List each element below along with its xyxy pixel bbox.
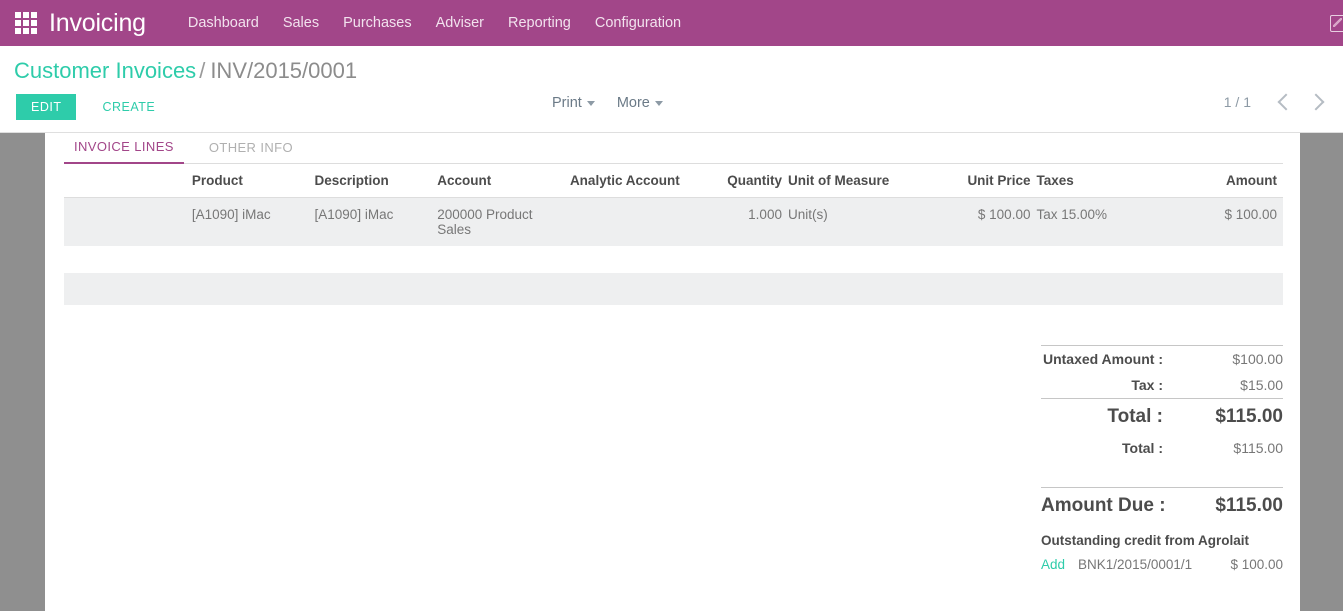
control-panel: Customer Invoices/INV/2015/0001 EDIT CRE…: [0, 46, 1343, 133]
untaxed-amount-label: Untaxed Amount :: [1043, 351, 1163, 367]
cell-taxes[interactable]: Tax 15.00%: [1036, 198, 1159, 247]
cell-unit-of-measure[interactable]: Unit(s): [788, 198, 916, 247]
create-button[interactable]: CREATE: [90, 94, 167, 120]
add-line-placeholder-row[interactable]: [64, 273, 1283, 305]
column-header-unit-price: Unit Price: [916, 164, 1037, 198]
invoice-totals: Untaxed Amount : $100.00 Tax : $15.00 To…: [1041, 345, 1283, 572]
total-value: $115.00: [1163, 406, 1283, 428]
breadcrumb-root-link[interactable]: Customer Invoices: [14, 58, 196, 83]
add-credit-link[interactable]: Add: [1041, 557, 1065, 572]
column-header-amount: Amount: [1159, 164, 1283, 198]
record-pager: 1 / 1: [1224, 94, 1331, 110]
column-header-account: Account: [437, 164, 560, 198]
notebook-tabs: INVOICE LINES OTHER INFO: [64, 133, 1283, 164]
menu-item-purchases[interactable]: Purchases: [331, 0, 424, 46]
chevron-right-icon[interactable]: [1308, 94, 1325, 111]
cell-product[interactable]: [A1090] iMac: [192, 198, 315, 247]
pager-count: 1 / 1: [1224, 94, 1251, 110]
credit-reference: BNK1/2015/0001/1: [1078, 557, 1230, 572]
table-row[interactable]: [A1090] iMac [A1090] iMac 200000 Product…: [64, 198, 1283, 247]
top-navbar: Invoicing Dashboard Sales Purchases Advi…: [0, 0, 1343, 46]
print-dropdown[interactable]: Print: [552, 95, 595, 111]
amount-due-value: $115.00: [1166, 495, 1283, 517]
chevron-down-icon: [587, 101, 595, 106]
cell-handle: [64, 198, 192, 247]
untaxed-amount-row: Untaxed Amount : $100.00: [1041, 346, 1283, 372]
navbar-right-area: [1330, 0, 1343, 46]
total-secondary-value: $115.00: [1163, 440, 1283, 456]
cell-amount[interactable]: $ 100.00: [1159, 198, 1283, 247]
app-brand-title: Invoicing: [49, 9, 146, 38]
chevron-down-icon: [655, 101, 663, 106]
column-header-taxes: Taxes: [1036, 164, 1159, 198]
control-panel-dropdowns: Print More: [552, 95, 685, 111]
breadcrumb-separator: /: [199, 58, 205, 83]
tab-invoice-lines[interactable]: INVOICE LINES: [64, 139, 184, 164]
main-menu: Dashboard Sales Purchases Adviser Report…: [176, 0, 693, 46]
chevron-left-icon[interactable]: [1278, 94, 1295, 111]
record-action-buttons: EDIT CREATE: [16, 94, 167, 120]
column-header-handle: [64, 164, 192, 198]
outstanding-credit-row: Add BNK1/2015/0001/1 $ 100.00: [1041, 548, 1283, 572]
more-label: More: [617, 95, 650, 111]
cell-account[interactable]: 200000 Product Sales: [437, 198, 560, 247]
amount-due-label: Amount Due :: [1041, 495, 1166, 517]
invoice-form-sheet: INVOICE LINES OTHER INFO Product Descrip…: [45, 133, 1300, 611]
cell-analytic-account[interactable]: [560, 198, 686, 247]
column-header-quantity: Quantity: [686, 164, 788, 198]
invoice-lines-table: Product Description Account Analytic Acc…: [64, 164, 1283, 246]
total-row: Total : $115.00: [1041, 399, 1283, 435]
column-header-analytic-account: Analytic Account: [560, 164, 686, 198]
outstanding-credit-label: Outstanding credit from Agrolait: [1041, 524, 1283, 548]
tax-label: Tax :: [1131, 377, 1163, 393]
totals-spacer: [1041, 461, 1283, 487]
menu-item-reporting[interactable]: Reporting: [496, 0, 583, 46]
total-secondary-row: Total : $115.00: [1041, 435, 1283, 461]
edit-button[interactable]: EDIT: [16, 94, 76, 120]
apps-grid-icon[interactable]: [13, 10, 39, 36]
column-header-unit-of-measure: Unit of Measure: [788, 164, 916, 198]
breadcrumb: Customer Invoices/INV/2015/0001: [14, 58, 357, 84]
tax-row: Tax : $15.00: [1041, 372, 1283, 398]
amount-due-row: Amount Due : $115.00: [1041, 488, 1283, 524]
total-label: Total :: [1107, 406, 1163, 428]
menu-item-dashboard[interactable]: Dashboard: [176, 0, 271, 46]
cell-unit-price[interactable]: $ 100.00: [916, 198, 1037, 247]
breadcrumb-current-record: INV/2015/0001: [210, 58, 357, 83]
cell-quantity[interactable]: 1.000: [686, 198, 788, 247]
menu-item-configuration[interactable]: Configuration: [583, 0, 693, 46]
tax-value: $15.00: [1163, 377, 1283, 393]
invoice-lines-header: Product Description Account Analytic Acc…: [64, 164, 1283, 198]
total-secondary-label: Total :: [1122, 440, 1163, 456]
column-header-description: Description: [315, 164, 438, 198]
column-header-product: Product: [192, 164, 315, 198]
cell-description[interactable]: [A1090] iMac: [315, 198, 438, 247]
invoice-lines-body: [A1090] iMac [A1090] iMac 200000 Product…: [64, 198, 1283, 247]
tab-other-info[interactable]: OTHER INFO: [199, 140, 303, 163]
print-label: Print: [552, 95, 582, 111]
table-header-row: Product Description Account Analytic Acc…: [64, 164, 1283, 198]
messaging-icon[interactable]: [1330, 15, 1343, 32]
menu-item-adviser[interactable]: Adviser: [424, 0, 496, 46]
credit-amount: $ 100.00: [1230, 557, 1283, 572]
more-dropdown[interactable]: More: [617, 95, 663, 111]
menu-item-sales[interactable]: Sales: [271, 0, 331, 46]
untaxed-amount-value: $100.00: [1163, 351, 1283, 367]
